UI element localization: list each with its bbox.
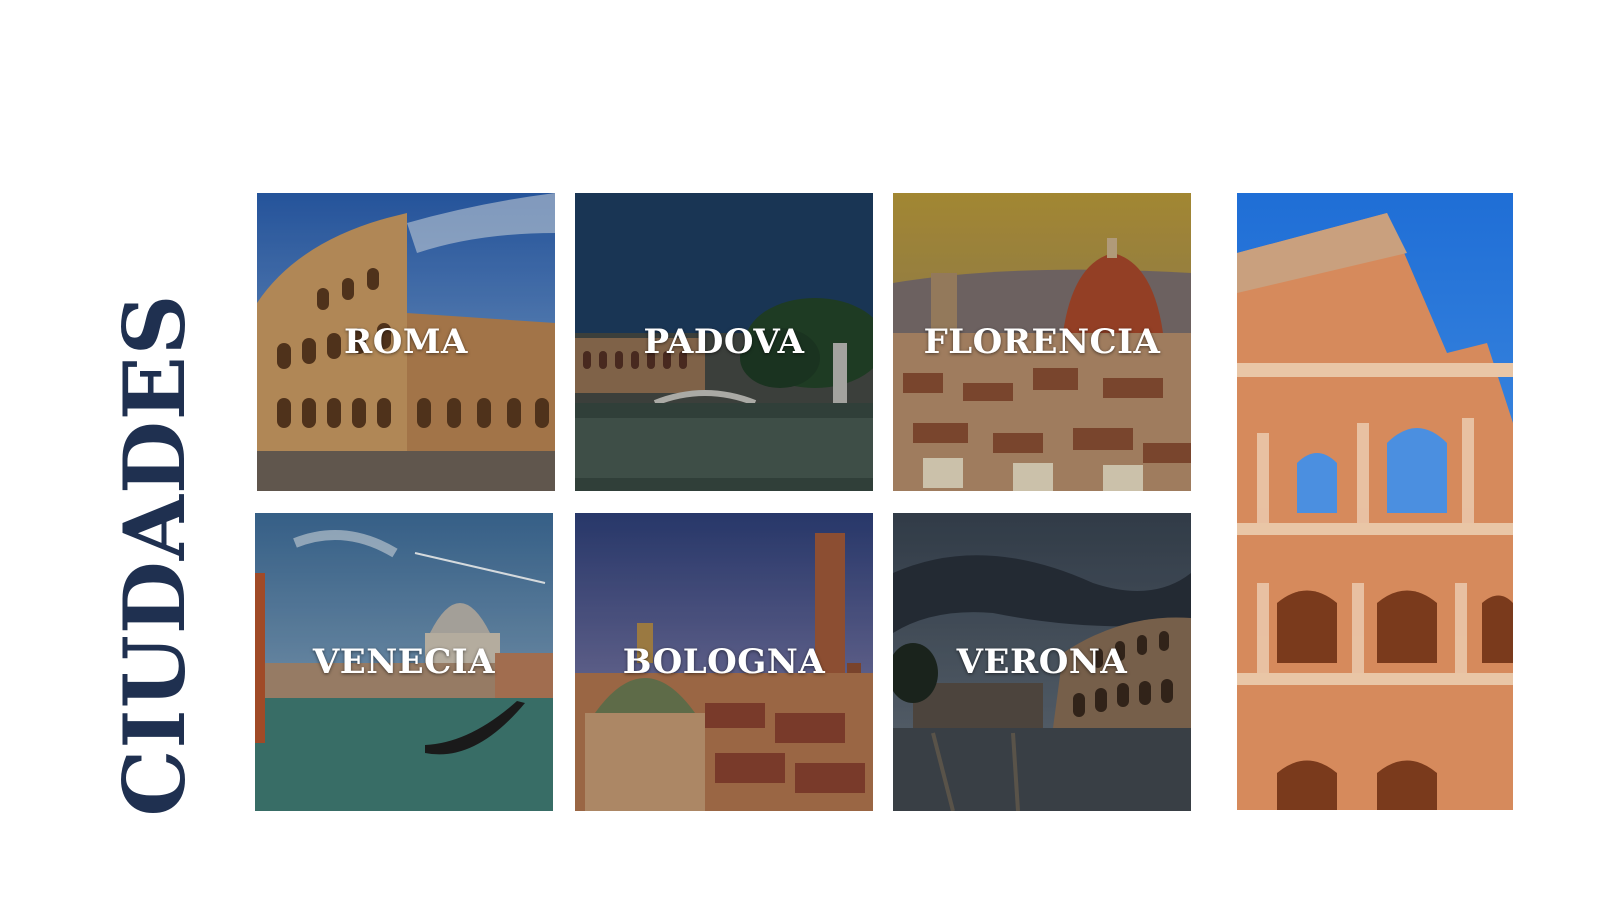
colosseum-closeup-photo (1237, 193, 1513, 810)
city-label: BOLOGNA (622, 642, 826, 682)
city-tile-florencia[interactable]: FLORENCIA (893, 193, 1191, 491)
city-tile-bologna[interactable]: BOLOGNA (575, 513, 873, 811)
city-label: VENECIA (312, 642, 496, 682)
city-tile-venecia[interactable]: VENECIA (255, 513, 553, 811)
city-label: ROMA (344, 322, 468, 362)
city-label: VERONA (956, 642, 1128, 682)
city-tile-verona[interactable]: VERONA (893, 513, 1191, 811)
city-label: PADOVA (643, 322, 805, 362)
city-tile-padova[interactable]: PADOVA (575, 193, 873, 491)
city-label: FLORENCIA (923, 322, 1161, 362)
city-tile-roma[interactable]: ROMA (257, 193, 555, 491)
page-title: CIUDADES (105, 293, 204, 817)
hero-image (1237, 193, 1513, 810)
